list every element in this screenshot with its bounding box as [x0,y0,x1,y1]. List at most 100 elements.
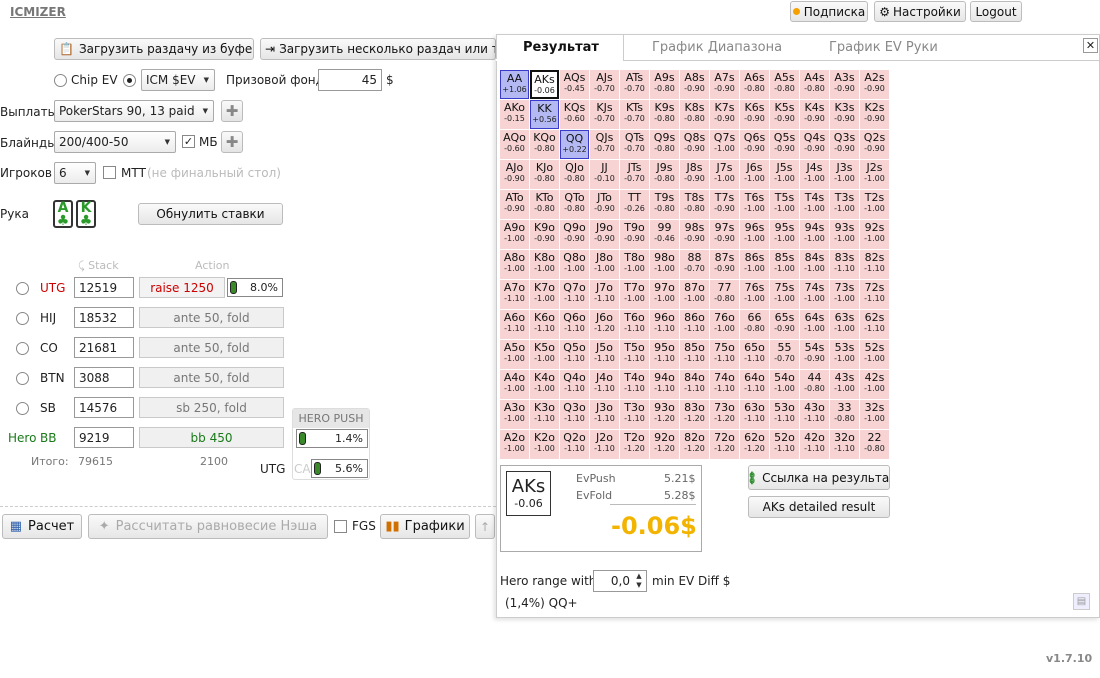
hand-cell[interactable]: 76o -1.00 [710,310,739,339]
hand-cell[interactable]: 72s -1.10 [860,280,889,309]
hand-cell[interactable]: 22 -0.80 [860,430,889,459]
app-logo[interactable]: ICMIZER [10,5,66,19]
hand-cell[interactable]: Q4s -0.90 [800,130,829,159]
hand-cell[interactable]: T6o -1.10 [620,310,649,339]
hand-cell[interactable]: JJ -0.10 [590,160,619,189]
hand-cell[interactable]: J2s -1.00 [860,160,889,189]
hand-cell[interactable]: A5s -0.80 [770,70,799,99]
hand-cell[interactable]: T3o -1.10 [620,400,649,429]
tab-result[interactable]: Результат [523,40,599,55]
hand-cell[interactable]: 75o -1.10 [710,340,739,369]
hand-cell[interactable]: J7s -1.00 [710,160,739,189]
hand-cell[interactable]: K7s -0.90 [710,100,739,129]
hand-cell[interactable]: K6o -1.10 [530,310,559,339]
hand-cell[interactable]: J8o -1.00 [590,250,619,279]
hand-cell[interactable]: 93s -1.00 [830,220,859,249]
hand-cell[interactable]: K9s -0.80 [650,100,679,129]
hand-cell[interactable]: J9o -0.90 [590,220,619,249]
hand-cell[interactable]: 62o -1.20 [740,430,769,459]
hand-cell[interactable]: KJs -0.70 [590,100,619,129]
hand-cell[interactable]: Q9s -0.80 [650,130,679,159]
hand-cell[interactable]: 86o -1.10 [680,310,709,339]
action-utg[interactable]: raise 1250 [139,277,225,298]
hand-cell[interactable]: ATs -0.70 [620,70,649,99]
hand-cell[interactable]: ATo -0.90 [500,190,529,219]
hand-cell[interactable]: JTo -0.90 [590,190,619,219]
hand-cell[interactable]: T4s -1.00 [800,190,829,219]
hand-cell[interactable]: J4o -1.10 [590,370,619,399]
hand-cell[interactable]: 75s -1.00 [770,280,799,309]
mtt-checkbox[interactable] [103,166,116,179]
hand-cell[interactable]: J2o -1.10 [590,430,619,459]
hand-cell[interactable]: Q7s -1.00 [710,130,739,159]
hand-cell[interactable]: T7s -0.90 [710,190,739,219]
hand-cell[interactable]: AA +1.06 [500,70,529,99]
players-select[interactable]: 6 [54,162,96,184]
prize-input[interactable]: 45 [318,69,382,91]
hand-cell[interactable]: 63o -1.10 [740,400,769,429]
add-payouts-button[interactable]: ✚ [221,100,243,122]
hand-cell[interactable]: T7o -1.00 [620,280,649,309]
settings-button[interactable]: ⚙ Настройки [874,1,966,22]
hand-cell[interactable]: 94s -1.00 [800,220,829,249]
hand-cell[interactable]: Q6o -1.10 [560,310,589,339]
hand-cell[interactable]: T6s -1.00 [740,190,769,219]
hand-cell[interactable]: 88 -0.70 [680,250,709,279]
action-btn[interactable]: ante 50, fold [139,367,284,388]
close-icon[interactable]: ✕ [1083,38,1098,53]
hand-cell[interactable]: Q9o -0.90 [560,220,589,249]
action-hij[interactable]: ante 50, fold [139,307,284,328]
hand-cell[interactable]: K4s -0.90 [800,100,829,129]
hand-cell[interactable]: 84o -1.10 [680,370,709,399]
hand-cell[interactable]: 95o -1.10 [650,340,679,369]
hand-cell[interactable]: 87s -0.90 [710,250,739,279]
hand-cell[interactable]: 82o -1.20 [680,430,709,459]
hand-cell[interactable]: 77 -0.80 [710,280,739,309]
hand-cell[interactable]: T9o -0.90 [620,220,649,249]
hand-cell[interactable]: J6s -1.00 [740,160,769,189]
hand-cell[interactable]: 84s -1.00 [800,250,829,279]
hand-cell[interactable]: K4o -1.00 [530,370,559,399]
hand-cell[interactable]: 65s -0.90 [770,310,799,339]
hand-cell[interactable]: A3o -1.00 [500,400,529,429]
hand-cell[interactable]: Q2s -0.90 [860,130,889,159]
hand-cell[interactable]: A9o -1.00 [500,220,529,249]
hand-cell[interactable]: AJs -0.70 [590,70,619,99]
hand-cell[interactable]: QJs -0.70 [590,130,619,159]
hand-cell[interactable]: 44 -0.80 [800,370,829,399]
hand-cell[interactable]: 93o -1.20 [650,400,679,429]
hand-cell[interactable]: A4s -0.80 [800,70,829,99]
hand-cell[interactable]: J8s -0.90 [680,160,709,189]
hand-cell[interactable]: AKo -0.15 [500,100,529,129]
hand-cell[interactable]: QJo -0.80 [560,160,589,189]
hand-cell[interactable]: J4s -1.00 [800,160,829,189]
hand-cell[interactable]: T3s -1.00 [830,190,859,219]
hand-cell[interactable]: T4o -1.10 [620,370,649,399]
hand-cell[interactable]: T2s -1.00 [860,190,889,219]
hand-cell[interactable]: J6o -1.20 [590,310,619,339]
hand-cell[interactable]: KQs -0.60 [560,100,589,129]
hand-cell[interactable]: K6s -0.90 [740,100,769,129]
hand-cell[interactable]: Q4o -1.10 [560,370,589,399]
hand-cell[interactable]: A2o -1.00 [500,430,529,459]
hand-cell[interactable]: Q8o -1.00 [560,250,589,279]
hand-cell[interactable]: K9o -0.90 [530,220,559,249]
hand-cell[interactable]: 98s -0.90 [680,220,709,249]
chip-ev-radio[interactable] [54,74,67,87]
hand-cell[interactable]: 63s -1.00 [830,310,859,339]
player-radio-hij[interactable] [16,312,29,325]
hand-cell[interactable]: A7o -1.10 [500,280,529,309]
hand-cell[interactable]: A7s -0.90 [710,70,739,99]
hand-cell[interactable]: 76s -1.00 [740,280,769,309]
hand-cell[interactable]: A5o -1.00 [500,340,529,369]
hand-cell[interactable]: Q3s -0.90 [830,130,859,159]
hand-cell[interactable]: 72o -1.20 [710,430,739,459]
hand-cell[interactable]: 87o -1.00 [680,280,709,309]
result-link-button[interactable]: ⛓ Ссылка на результат [748,465,890,490]
player-radio-btn[interactable] [16,372,29,385]
hand-card-king-clubs[interactable]: K ♣ [76,200,96,228]
hand-cell[interactable]: K2s -0.90 [860,100,889,129]
hand-cell[interactable]: Q7o -1.10 [560,280,589,309]
reset-bets-button[interactable]: Обнулить ставки [138,203,283,225]
hand-cell[interactable]: Q5o -1.10 [560,340,589,369]
